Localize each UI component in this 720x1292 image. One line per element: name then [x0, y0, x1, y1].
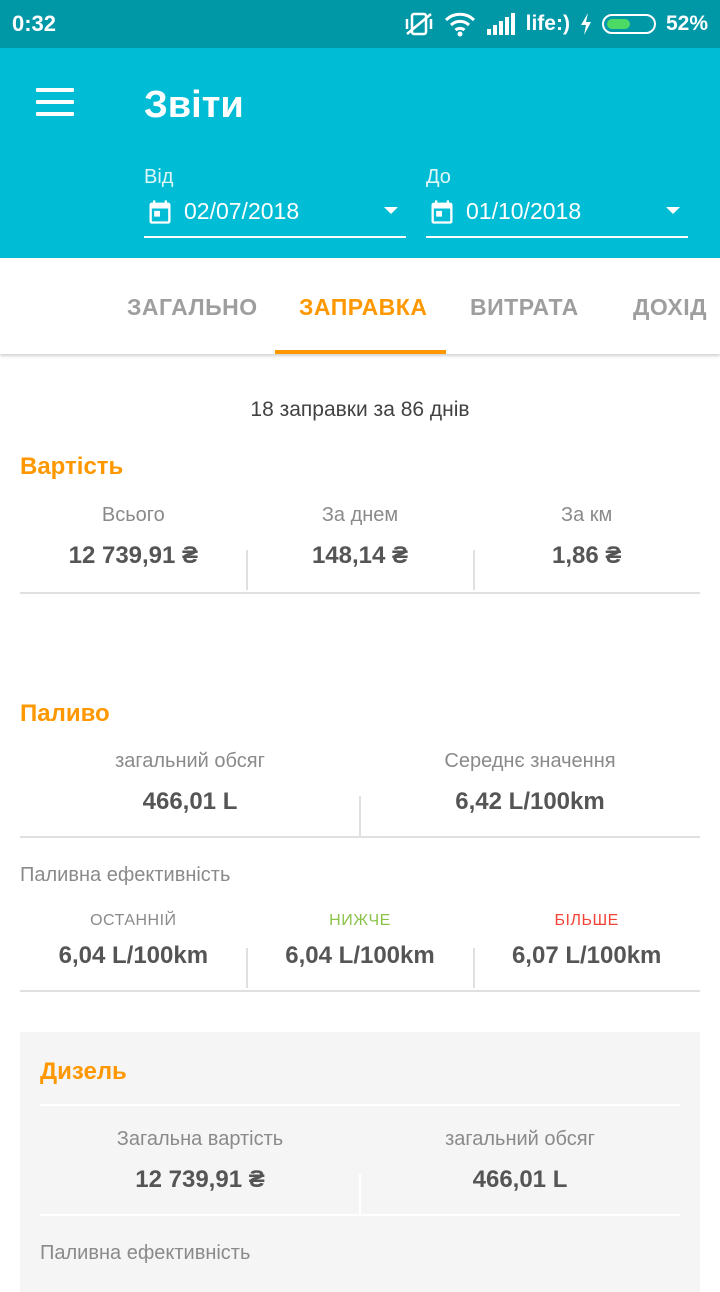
column-divider: [359, 1174, 361, 1214]
diesel-efficiency-label: Паливна ефективність: [40, 1242, 251, 1264]
wifi-icon: [444, 12, 475, 37]
from-date-value: 02/07/2018: [184, 198, 300, 224]
cost-per-km: За км 1,86 ₴: [473, 504, 700, 592]
charging-icon: [580, 13, 591, 35]
cost-per-km-value: 1,86 ₴: [551, 542, 622, 569]
cost-total: Всього 12 739,91 ₴: [20, 504, 247, 592]
efficiency-lower-value: 6,04 L/100km: [285, 942, 435, 969]
fuel-total-volume-value: 466,01 L: [142, 788, 238, 815]
diesel-total-volume-value: 466,01 L: [472, 1166, 568, 1193]
cost-per-km-label: За км: [561, 504, 613, 526]
diesel-total-volume: загальний обсяг 466,01 L: [360, 1128, 680, 1214]
diesel-card: Дизель Загальна вартість 12 739,91 ₴ заг…: [20, 1032, 700, 1292]
battery-percent: 52%: [665, 12, 708, 35]
efficiency-higher-label: БІЛЬШЕ: [554, 912, 619, 929]
page-title: Звіти: [144, 84, 244, 126]
signal-icon: [486, 13, 515, 35]
column-divider: [246, 550, 248, 590]
app-bar: Звіти Від 02/07/2018 До 01/10/2018: [0, 48, 720, 258]
fuel-average: Середнє значення 6,42 L/100km: [360, 750, 700, 836]
to-date-value: 01/10/2018: [466, 198, 582, 224]
to-date-picker[interactable]: 01/10/2018: [426, 190, 688, 238]
chevron-down-icon: [666, 207, 680, 214]
column-divider: [473, 948, 475, 988]
from-date-label: Від: [144, 166, 174, 188]
tab-expense[interactable]: ВИТРАТА: [470, 294, 579, 321]
diesel-total-volume-label: загальний обсяг: [445, 1128, 595, 1150]
fuel-efficiency-label: Паливна ефективність: [20, 864, 231, 886]
diesel-section-title: Дизель: [40, 1058, 127, 1085]
diesel-total-cost-label: Загальна вартість: [116, 1128, 284, 1150]
fuel-average-label: Середнє значення: [444, 750, 616, 772]
to-date-label: До: [426, 166, 451, 188]
mute-vibrate-icon: [405, 12, 432, 36]
cost-total-label: Всього: [101, 504, 165, 526]
tab-general[interactable]: ЗАГАЛЬНО: [127, 294, 258, 321]
status-icons: life:) 52%: [404, 11, 708, 37]
tab-income[interactable]: ДОХІД: [633, 294, 707, 321]
cost-row: Всього 12 739,91 ₴ За днем 148,14 ₴ За к…: [20, 504, 700, 594]
efficiency-higher-value: 6,07 L/100km: [511, 942, 662, 969]
fuel-average-value: 6,42 L/100km: [455, 788, 605, 815]
column-divider: [473, 550, 475, 590]
calendar-icon: [149, 200, 171, 224]
diesel-total-cost-value: 12 739,91 ₴: [135, 1166, 265, 1193]
battery-icon: [601, 14, 656, 34]
fuel-section-title: Паливо: [20, 700, 110, 727]
from-date-picker[interactable]: 02/07/2018: [144, 190, 406, 238]
refuel-summary: 18 заправки за 86 днів: [250, 398, 470, 421]
cost-per-day: За днем 148,14 ₴: [247, 504, 474, 592]
cost-section-title: Вартість: [20, 453, 124, 480]
menu-icon[interactable]: [36, 88, 76, 118]
efficiency-last-label: ОСТАННІЙ: [90, 912, 177, 929]
efficiency-lower: НИЖЧЕ 6,04 L/100km: [247, 906, 474, 990]
cost-per-day-label: За днем: [321, 504, 399, 526]
status-time: 0:32: [12, 11, 57, 36]
status-bar: 0:32 life:) 52%: [0, 0, 720, 48]
diesel-divider-line: [40, 1104, 680, 1106]
diesel-total-cost: Загальна вартість 12 739,91 ₴: [40, 1128, 360, 1214]
efficiency-lower-label: НИЖЧЕ: [329, 912, 391, 929]
fuel-total-volume-label: загальний обсяг: [115, 750, 265, 772]
efficiency-higher: БІЛЬШЕ 6,07 L/100km: [473, 906, 700, 990]
column-divider: [359, 796, 361, 836]
efficiency-last: ОСТАННІЙ 6,04 L/100km: [20, 906, 247, 990]
calendar-icon: [431, 200, 453, 224]
fuel-total-volume: загальний обсяг 466,01 L: [20, 750, 360, 836]
efficiency-row: ОСТАННІЙ 6,04 L/100km НИЖЧЕ 6,04 L/100km…: [20, 906, 700, 992]
efficiency-last-value: 6,04 L/100km: [58, 942, 209, 969]
cost-per-day-value: 148,14 ₴: [311, 542, 409, 569]
tab-refueling[interactable]: ЗАПРАВКА: [299, 294, 427, 321]
carrier-name: life:): [525, 12, 570, 35]
chevron-down-icon: [384, 207, 398, 214]
cost-total-value: 12 739,91 ₴: [68, 542, 199, 569]
tab-bar: ЗАГАЛЬНО ЗАПРАВКА ВИТРАТА ДОХІД: [0, 258, 720, 354]
tab-indicator: [275, 350, 446, 354]
column-divider: [246, 948, 248, 988]
